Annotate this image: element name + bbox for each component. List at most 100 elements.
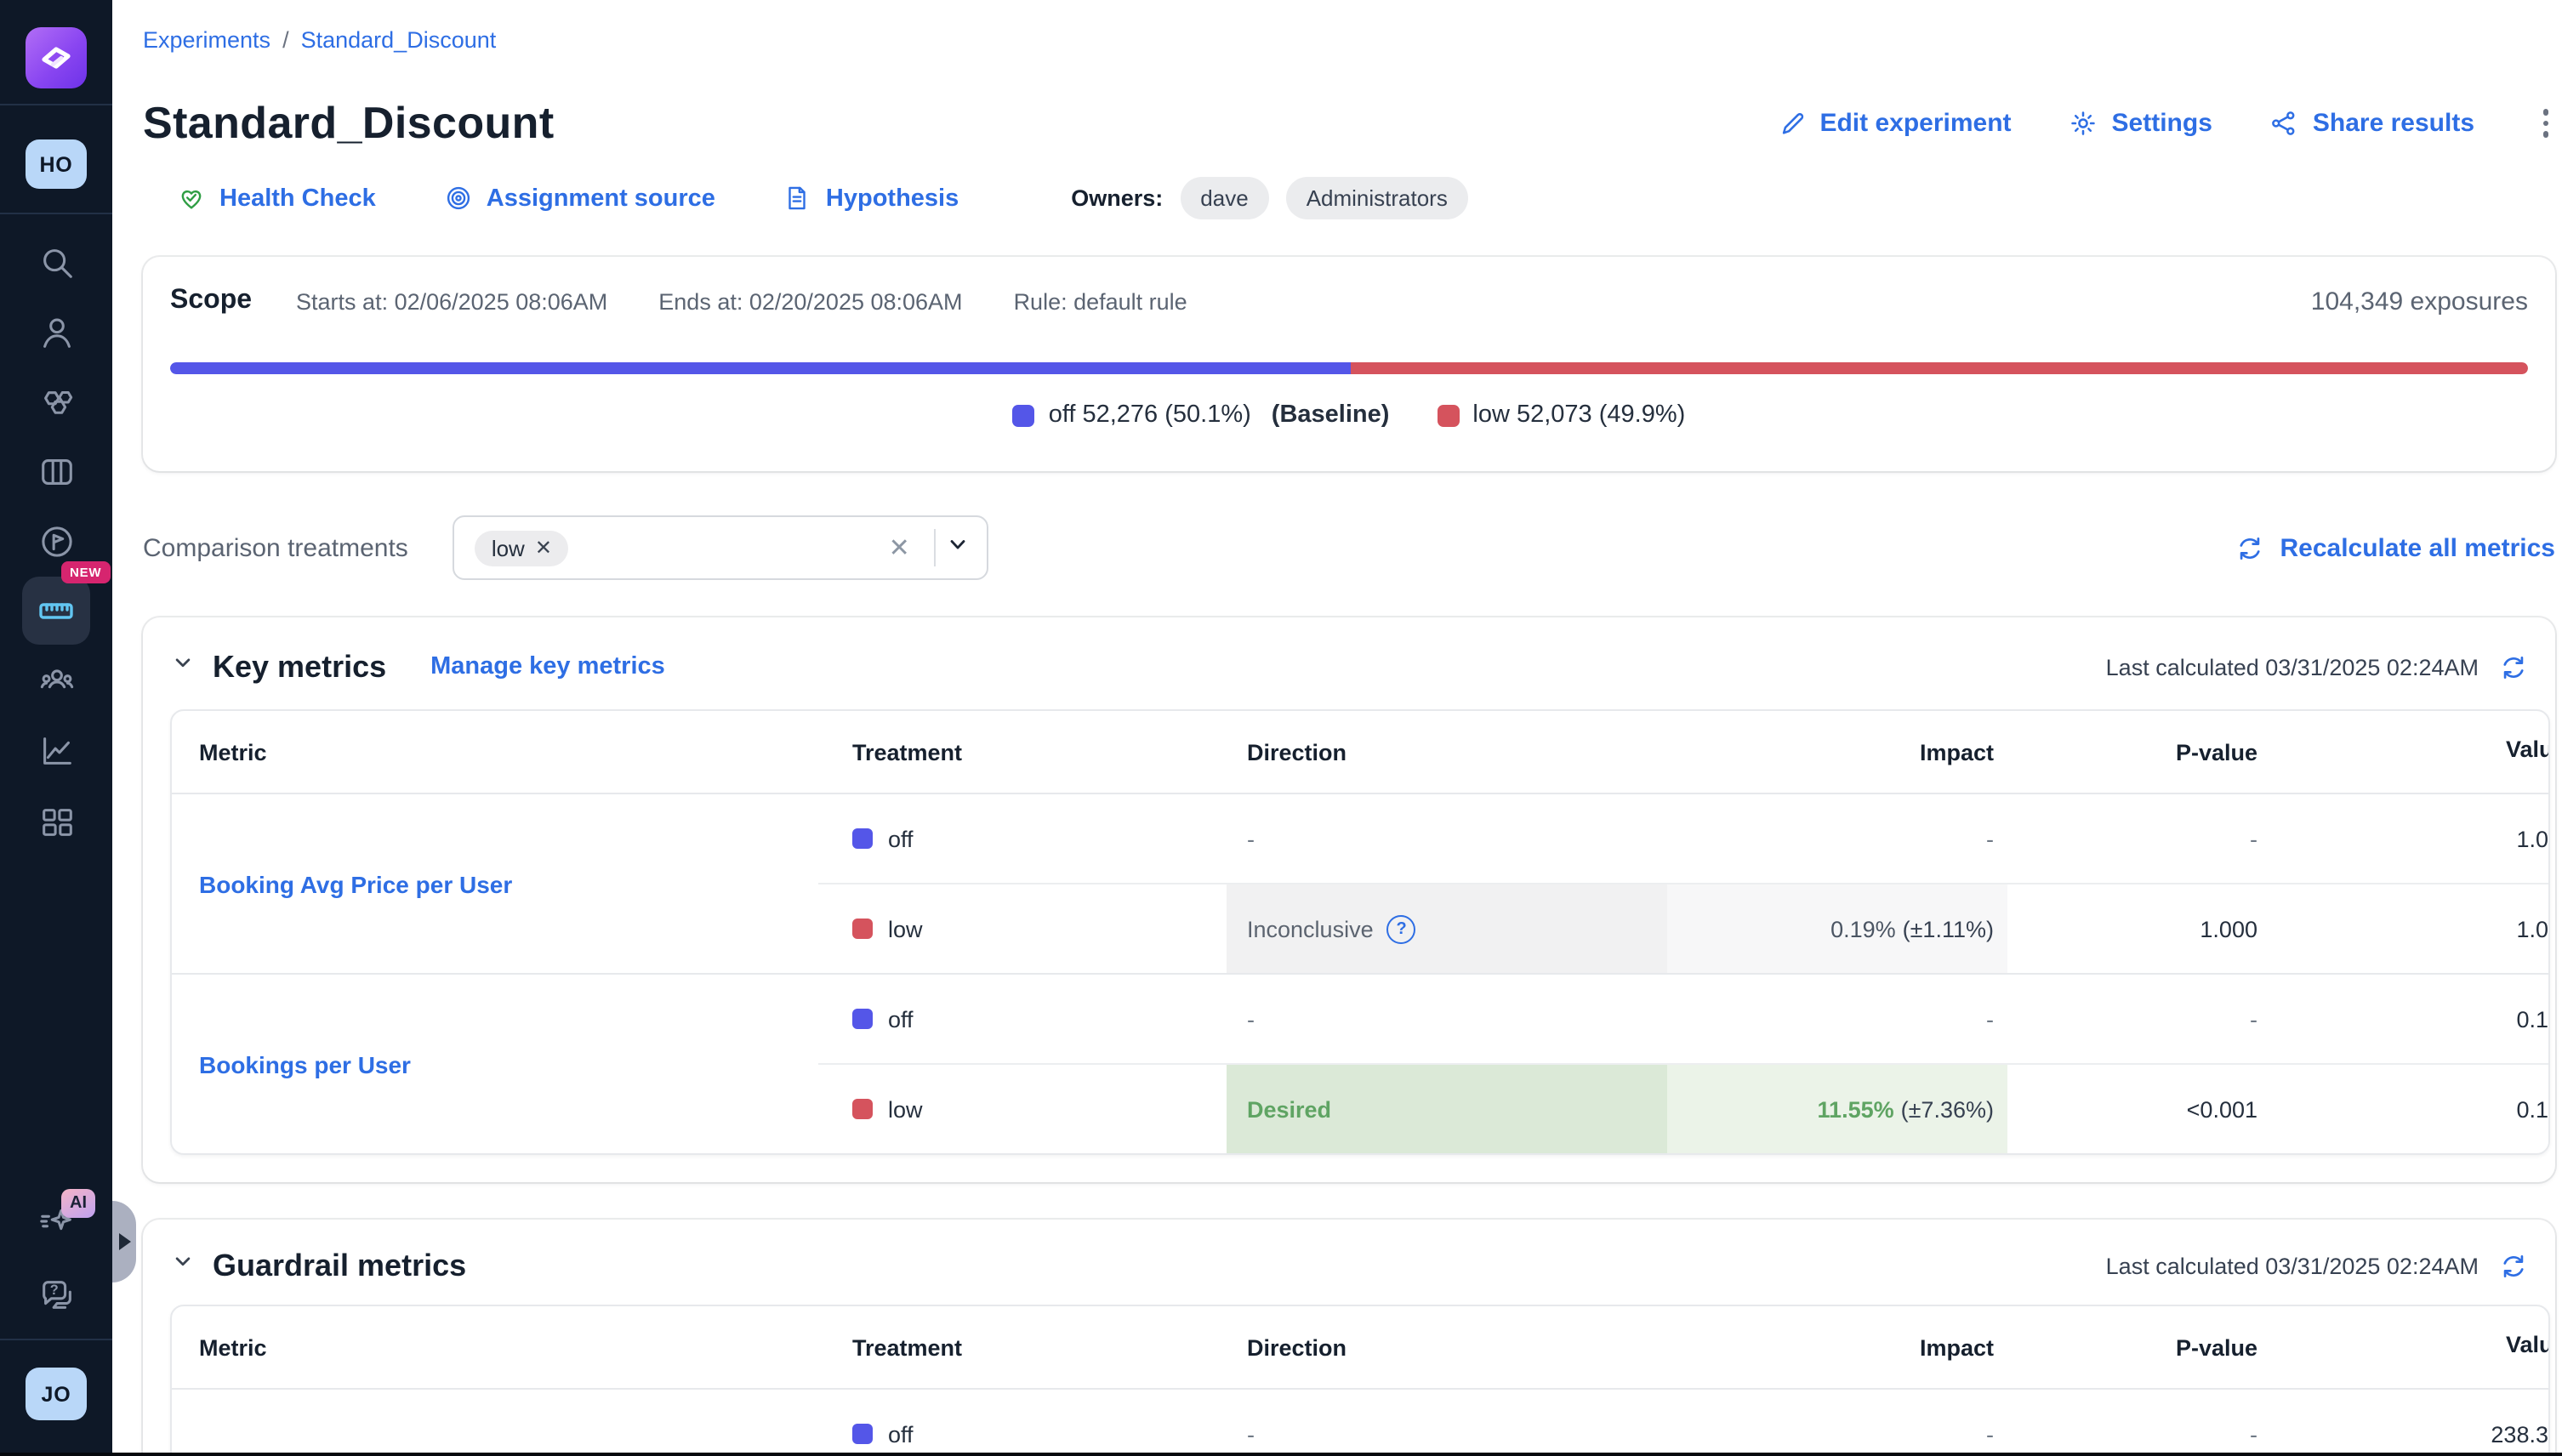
- refresh-icon[interactable]: [2499, 1251, 2528, 1280]
- screen-bottom-edge: [0, 1452, 2562, 1456]
- workspace-badge[interactable]: HO: [26, 139, 87, 189]
- gear-icon: [2070, 109, 2098, 138]
- collapse-chevron-icon[interactable]: [170, 1248, 196, 1283]
- guardrail-metrics-header: Guardrail metrics Last calculated 03/31/…: [170, 1243, 2550, 1288]
- chip-remove-icon[interactable]: ✕: [535, 536, 552, 560]
- metric-group-guardrail-1: Average Bookends Promoter Net off - - - …: [172, 1390, 2550, 1456]
- scope-title: Scope: [170, 286, 252, 316]
- treatment-swatch-off: [852, 828, 873, 849]
- search-icon[interactable]: [34, 240, 78, 284]
- scope-header: Scope Starts at: 02/06/2025 08:06AM Ends…: [170, 281, 2528, 321]
- recalculate-all-metrics-button[interactable]: Recalculate all metrics: [2235, 533, 2555, 562]
- table-header-row: Metric Treatment Direction Impact P-valu…: [172, 711, 2550, 794]
- metric-link-bookings-per-user[interactable]: Bookings per User: [199, 1050, 411, 1078]
- collapse-chevron-icon[interactable]: [170, 650, 196, 684]
- comparison-row: Comparison treatments low ✕ ✕ Recalculat…: [143, 515, 2555, 580]
- help-chat-icon[interactable]: ?: [34, 1272, 78, 1317]
- people-group-icon[interactable]: [34, 658, 78, 702]
- baseline-label: (Baseline): [1272, 401, 1390, 429]
- edit-experiment-button[interactable]: Edit experiment: [1777, 109, 2011, 138]
- owner-chip-administrators[interactable]: Administrators: [1286, 177, 1468, 219]
- health-check-link[interactable]: Health Check: [177, 184, 376, 213]
- comparison-treatments-select[interactable]: low ✕ ✕: [453, 515, 988, 580]
- breadcrumb-experiments[interactable]: Experiments: [143, 27, 270, 53]
- comparison-label: Comparison treatments: [143, 533, 408, 562]
- line-chart-icon[interactable]: [34, 728, 78, 772]
- breadcrumb: Experiments / Standard_Discount: [143, 0, 2555, 53]
- divider: [0, 213, 112, 214]
- sidebar-expand-handle[interactable]: [112, 1201, 136, 1283]
- refresh-icon[interactable]: [2499, 652, 2528, 681]
- user-avatar[interactable]: JO: [26, 1368, 87, 1420]
- app-logo[interactable]: [26, 27, 87, 88]
- inconclusive-help-icon[interactable]: ?: [1387, 914, 1416, 943]
- bar-segment-off: [170, 362, 1352, 374]
- user-icon[interactable]: [34, 310, 78, 354]
- page-header: Standard_Discount Edit experiment Settin…: [143, 97, 2555, 150]
- owners: Owners: dave Administrators: [1071, 177, 1468, 219]
- guardrail-last-calculated: Last calculated 03/31/2025 02:24AM: [2106, 1253, 2479, 1278]
- table-row: off - - - 0.1: [818, 975, 2550, 1063]
- hypothesis-link[interactable]: Hypothesis: [783, 184, 959, 213]
- treatment-swatch-low: [852, 1099, 873, 1119]
- col-header-pvalue: P-value: [2007, 739, 2298, 765]
- bar-segment-low: [1352, 362, 2528, 374]
- ai-badge: AI: [61, 1189, 95, 1218]
- divider: [0, 104, 112, 105]
- scope-exposures: 104,349 exposures: [2311, 287, 2528, 316]
- col-header-treatment: Treatment: [818, 1334, 1227, 1360]
- scope-rule: Rule: default rule: [1014, 288, 1187, 314]
- assignment-source-link[interactable]: Assignment source: [444, 184, 715, 213]
- legend-swatch-low: [1437, 404, 1459, 426]
- exposure-legend: off 52,276 (50.1%) (Baseline) low 52,073…: [170, 401, 2528, 429]
- guardrail-metrics-section: Guardrail metrics Last calculated 03/31/…: [143, 1220, 2555, 1456]
- treatment-chip-low[interactable]: low ✕: [475, 530, 569, 566]
- select-clear-icon[interactable]: ✕: [875, 532, 924, 563]
- flag-circle-icon[interactable]: [34, 519, 78, 563]
- key-metrics-last-calculated: Last calculated 03/31/2025 02:24AM: [2106, 654, 2479, 680]
- sidebar: HO NEW: [0, 0, 112, 1456]
- hexagons-icon[interactable]: [34, 379, 78, 424]
- document-icon: [783, 184, 812, 213]
- owner-chip-dave[interactable]: dave: [1180, 177, 1268, 219]
- dashboard-icon[interactable]: [34, 799, 78, 844]
- key-metrics-title: Key metrics: [213, 649, 386, 685]
- heart-check-icon: [177, 184, 206, 213]
- svg-text:?: ?: [49, 1282, 58, 1297]
- owners-label: Owners:: [1071, 185, 1163, 211]
- breadcrumb-current[interactable]: Standard_Discount: [301, 27, 497, 53]
- legend-swatch-off: [1013, 404, 1035, 426]
- experiment-meta-row: Health Check Assignment source Hypothesi…: [177, 177, 2555, 219]
- table-row: off - - - 238.3: [818, 1390, 2550, 1456]
- treatment-swatch-off: [852, 1009, 873, 1029]
- col-header-direction: Direction: [1227, 739, 1667, 765]
- more-options-button[interactable]: [2536, 103, 2555, 145]
- settings-button[interactable]: Settings: [2070, 109, 2212, 138]
- chevron-down-icon[interactable]: [946, 532, 970, 564]
- col-header-impact: Impact: [1667, 739, 2007, 765]
- col-header-impact: Impact: [1667, 1334, 2007, 1360]
- scope-card: Scope Starts at: 02/06/2025 08:06AM Ends…: [143, 257, 2555, 471]
- header-actions: Edit experiment Settings Share results: [1777, 103, 2555, 145]
- key-metrics-section: Key metrics Manage key metrics Last calc…: [143, 617, 2555, 1182]
- new-badge: NEW: [61, 561, 110, 583]
- columns-icon[interactable]: [34, 449, 78, 493]
- table-row: off - - - 1.0: [818, 794, 2550, 883]
- key-metrics-table: Metric Treatment Direction Impact P-valu…: [170, 709, 2550, 1155]
- col-header-metric: Metric: [172, 739, 818, 765]
- divider: [0, 1339, 112, 1340]
- metric-link-booking-avg-price[interactable]: Booking Avg Price per User: [199, 870, 512, 897]
- col-header-pvalue: P-value: [2007, 1334, 2298, 1360]
- divider: [934, 529, 936, 566]
- treatment-swatch-low: [852, 919, 873, 939]
- ruler-icon: [36, 590, 77, 631]
- exposure-split-bar: [170, 362, 2528, 374]
- share-results-button[interactable]: Share results: [2270, 109, 2474, 138]
- logo-mark-icon: [31, 32, 82, 83]
- col-header-direction: Direction: [1227, 1334, 1667, 1360]
- table-header-row: Metric Treatment Direction Impact P-valu…: [172, 1306, 2550, 1390]
- manage-key-metrics-link[interactable]: Manage key metrics: [430, 653, 665, 680]
- sidebar-item-metrics-active[interactable]: [22, 577, 90, 645]
- refresh-icon: [2235, 533, 2264, 562]
- breadcrumb-separator: /: [282, 27, 289, 53]
